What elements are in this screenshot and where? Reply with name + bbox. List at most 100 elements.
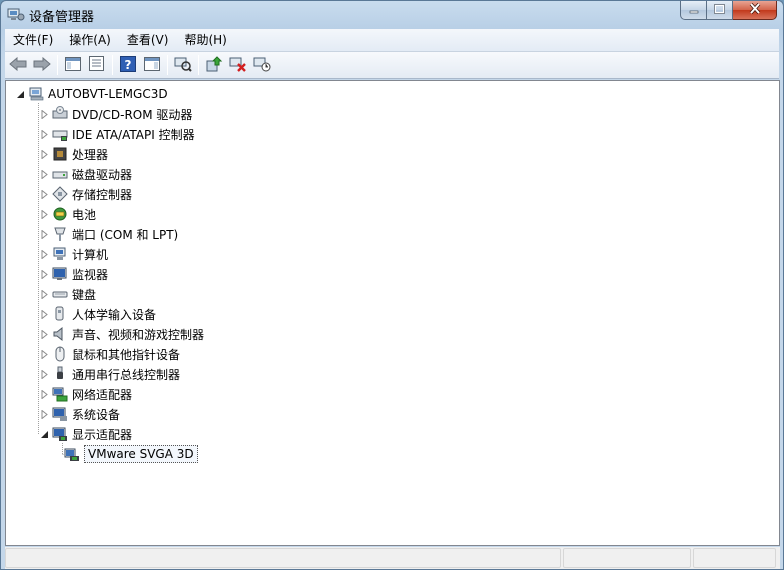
forward-button[interactable] [31,54,53,76]
tree-category-label: DVD/CD-ROM 驱动器 [72,107,193,122]
tree-root[interactable]: AUTOBVT-LEMGC3D [16,85,168,103]
tree-category-usb[interactable]: 通用串行总线控制器 [40,365,180,383]
tree-category-label: 电池 [72,207,97,222]
tree-category-sound[interactable]: 声音、视频和游戏控制器 [40,325,204,343]
tree-category-label: 计算机 [72,247,109,262]
computer-icon [28,86,44,102]
display-adapter-icon [52,426,68,442]
collapse-triangle-icon[interactable] [40,430,49,439]
collapse-triangle-icon[interactable] [16,90,25,99]
minimize-button[interactable] [680,1,707,20]
scan-hardware-icon [174,56,192,75]
properties-button[interactable] [86,54,108,76]
tree-category-label: 处理器 [72,147,109,162]
device-manager-app-icon [7,6,25,22]
toolbar-separator [167,55,168,75]
menu-file[interactable]: 文件(F) [5,30,61,51]
expand-triangle-icon[interactable] [40,109,49,119]
expand-triangle-icon[interactable] [40,409,49,419]
tree-category-monitor[interactable]: 监视器 [40,265,108,283]
tree-item-vmware-svga-3d[interactable]: VMware SVGA 3D [64,445,198,463]
tree-category-label: 人体学输入设备 [72,307,157,322]
tree-category-dvd-drive[interactable]: DVD/CD-ROM 驱动器 [40,105,192,123]
keyboard-icon [52,286,68,302]
expand-triangle-icon[interactable] [40,209,49,219]
menu-action[interactable]: 操作(A) [61,30,119,51]
action-pane-button[interactable] [141,54,163,76]
close-icon [749,2,761,17]
dvd-drive-icon [52,106,68,122]
tree-category-label: 网络适配器 [72,387,133,402]
tree-category-port[interactable]: 端口 (COM 和 LPT) [40,225,178,243]
maximize-button[interactable] [707,1,733,20]
expand-triangle-icon[interactable] [40,289,49,299]
window-title: 设备管理器 [29,10,95,25]
tree-category-disk-drive[interactable]: 磁盘驱动器 [40,165,132,183]
uninstall-button[interactable] [227,54,249,76]
expand-triangle-icon[interactable] [40,349,49,359]
tree-category-label: 系统设备 [72,407,121,422]
update-driver-button[interactable] [203,54,225,76]
tree-category-label: 存储控制器 [72,187,133,202]
tree-root-label: AUTOBVT-LEMGC3D [48,87,168,101]
update-driver-icon [205,55,223,75]
tree-category-label: 磁盘驱动器 [72,167,133,182]
expand-triangle-icon[interactable] [40,189,49,199]
expand-triangle-icon[interactable] [40,309,49,319]
device-tree[interactable]: AUTOBVT-LEMGC3D DVD/CD-ROM 驱动器 IDE ATA/AT… [5,80,780,546]
tree-category-hid[interactable]: 人体学输入设备 [40,305,156,323]
toolbar: ? [5,52,779,79]
tree-category-ide-controller[interactable]: IDE ATA/ATAPI 控制器 [40,125,195,143]
scan-hardware-button[interactable] [172,54,194,76]
tree-category-label: 显示适配器 [72,427,133,442]
toolbar-separator [112,55,113,75]
display-adapter-icon [64,446,80,462]
close-button[interactable] [733,1,777,20]
properties-icon [89,56,105,74]
expand-triangle-icon[interactable] [40,149,49,159]
menu-view[interactable]: 查看(V) [119,30,177,51]
tree-category-label: 监视器 [72,267,109,282]
help-icon: ? [120,55,136,75]
tree-category-system-device[interactable]: 系统设备 [40,405,120,423]
expand-triangle-icon[interactable] [40,329,49,339]
hid-icon [52,306,68,322]
tree-category-label: 键盘 [72,287,97,302]
show-hide-console-tree-icon [65,56,81,74]
tree-category-storage-controller[interactable]: 存储控制器 [40,185,132,203]
expand-triangle-icon[interactable] [40,129,49,139]
menu-help[interactable]: 帮助(H) [176,30,234,51]
show-hide-console-tree-button[interactable] [62,54,84,76]
tree-category-processor[interactable]: 处理器 [40,145,108,163]
monitor-icon [52,266,68,282]
disk-drive-icon [52,166,68,182]
tree-category-mouse[interactable]: 鼠标和其他指针设备 [40,345,180,363]
help-button[interactable]: ? [117,54,139,76]
sound-icon [52,326,68,342]
expand-triangle-icon[interactable] [40,369,49,379]
expand-triangle-icon[interactable] [40,389,49,399]
tree-category-display-adapter[interactable]: 显示适配器 [40,425,132,443]
expand-triangle-icon[interactable] [40,249,49,259]
expand-triangle-icon[interactable] [40,269,49,279]
tree-category-computer[interactable]: 计算机 [40,245,108,263]
expand-triangle-icon[interactable] [40,229,49,239]
maximize-icon [714,3,725,17]
title-bar[interactable]: 设备管理器 [1,1,783,29]
port-icon [52,226,68,242]
back-button[interactable] [7,54,29,76]
status-cell-2 [563,548,691,568]
tree-category-label: 声音、视频和游戏控制器 [72,327,205,342]
uninstall-icon [229,56,247,75]
tree-category-network-adapter[interactable]: 网络适配器 [40,385,132,403]
storage-controller-icon [52,186,68,202]
svg-text:?: ? [125,58,132,72]
tree-category-keyboard[interactable]: 键盘 [40,285,96,303]
forward-arrow-icon [33,56,51,74]
toolbar-separator [198,55,199,75]
ide-controller-icon [52,126,68,142]
expand-triangle-icon[interactable] [40,169,49,179]
tree-category-battery[interactable]: 电池 [40,205,96,223]
computer-icon [52,246,68,262]
disable-device-button[interactable] [251,54,273,76]
